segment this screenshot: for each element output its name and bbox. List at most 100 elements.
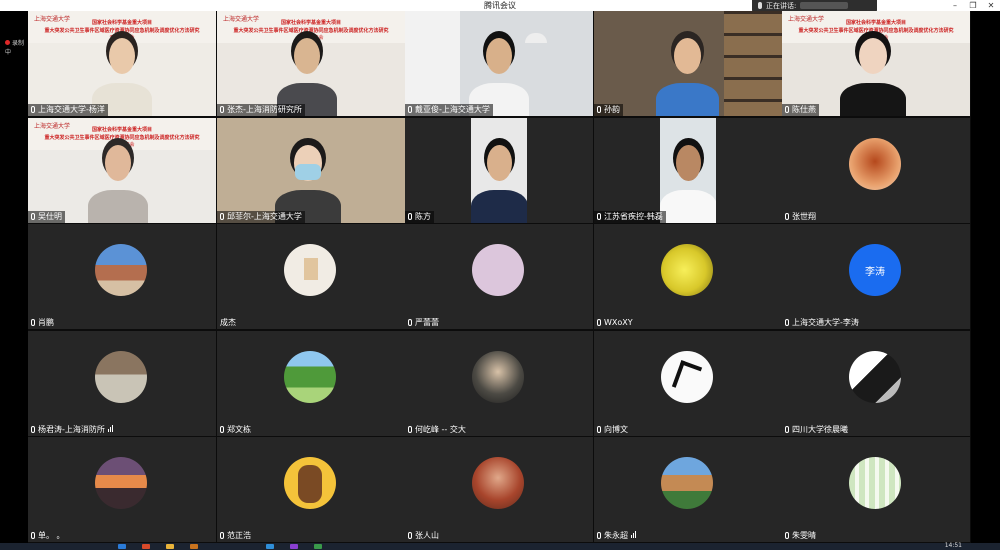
- participant-tile[interactable]: WXoXY: [594, 224, 782, 329]
- participant-tile[interactable]: 成杰: [217, 224, 405, 329]
- participant-tile[interactable]: 何屹峰 -- 交大: [405, 331, 593, 436]
- participant-tile[interactable]: 李涛 上海交通大学-李涛: [782, 224, 970, 329]
- face-mask: [295, 164, 321, 180]
- participant-avatar: [849, 138, 901, 190]
- participant-avatar: [849, 351, 901, 403]
- participant-avatar: [95, 457, 147, 509]
- participant-name: 朱雯晴: [792, 531, 816, 540]
- participant-avatar: [661, 351, 713, 403]
- participant-tile[interactable]: 单。 。: [28, 437, 216, 542]
- participant-tile[interactable]: 陈方: [405, 118, 593, 223]
- close-button[interactable]: ✕: [984, 0, 998, 11]
- restore-button[interactable]: ❐: [966, 0, 980, 11]
- participant-tile[interactable]: 上海交通大学国家社会科学基金重大项目重大突发公共卫生事件区域医疗资源协同应急机制…: [28, 11, 216, 116]
- minimize-button[interactable]: –: [948, 0, 962, 11]
- signal-strength-icon: [631, 530, 637, 542]
- participant-person: [275, 118, 341, 223]
- taskbar: 14:51: [0, 542, 1000, 550]
- participant-video: [594, 118, 782, 223]
- participant-avatar: [472, 457, 524, 509]
- participant-tile[interactable]: 向博文: [594, 331, 782, 436]
- mic-icon: [597, 532, 601, 539]
- participant-tile[interactable]: 邱菲尔-上海交通大学: [217, 118, 405, 223]
- mic-icon: [220, 532, 224, 539]
- calligraphy-box: [304, 258, 318, 280]
- recording-indicator[interactable]: 录制中: [5, 38, 28, 56]
- participant-tile[interactable]: 孙韵: [594, 11, 782, 116]
- participant-tile[interactable]: 郑文栋: [217, 331, 405, 436]
- participant-face: [105, 145, 131, 181]
- participant-person: [840, 11, 906, 116]
- participant-nameplate: 杨君涛-上海消防所: [28, 424, 117, 436]
- participant-video: [594, 11, 782, 116]
- taskbar-app-icon[interactable]: [190, 544, 198, 549]
- participant-nameplate: 张杰-上海消防研究所: [217, 104, 305, 116]
- participant-face: [294, 38, 320, 74]
- participant-nameplate: 朱雯晴: [782, 530, 819, 542]
- participant-video: 上海交通大学国家社会科学基金重大项目重大突发公共卫生事件区域医疗资源协同应急机制…: [782, 11, 970, 116]
- participant-tile[interactable]: 严蕾蕾: [405, 224, 593, 329]
- participant-nameplate: 吴仕明: [28, 211, 65, 223]
- participant-video: [217, 118, 405, 223]
- mic-icon: [408, 426, 412, 433]
- participant-nameplate: WXoXY: [594, 317, 636, 329]
- participant-name: 张人山: [415, 531, 439, 540]
- participant-nameplate: 江苏省疾控-韩磊: [594, 211, 666, 223]
- mic-icon: [597, 319, 601, 326]
- taskbar-app-icon[interactable]: [118, 544, 126, 549]
- participant-face: [858, 38, 888, 74]
- participant-tile[interactable]: 张人山: [405, 437, 593, 542]
- participant-avatar: [472, 351, 524, 403]
- mic-icon: [220, 213, 224, 220]
- participant-name: 上海交通大学-李涛: [792, 318, 859, 327]
- mic-icon: [31, 319, 35, 326]
- participant-name: 范正浩: [227, 531, 251, 540]
- participant-tile[interactable]: 杨君涛-上海消防所: [28, 331, 216, 436]
- taskbar-meeting-icon[interactable]: [266, 544, 274, 549]
- participant-tile[interactable]: 戴亚俊-上海交通大学: [405, 11, 593, 116]
- taskbar-app-icon[interactable]: [142, 544, 150, 549]
- participant-tile[interactable]: 上海交通大学国家社会科学基金重大项目重大突发公共卫生事件区域医疗资源协同应急机制…: [217, 11, 405, 116]
- participant-person: [469, 11, 529, 116]
- participant-name: 杨君涛-上海消防所: [38, 425, 105, 434]
- participant-name: 向博文: [604, 425, 628, 434]
- participant-face: [676, 145, 701, 181]
- participant-nameplate: 戴亚俊-上海交通大学: [405, 104, 493, 116]
- participant-name: 何屹峰 -- 交大: [415, 425, 466, 434]
- participant-avatar: [284, 457, 336, 509]
- participant-video: 上海交通大学国家社会科学基金重大项目重大突发公共卫生事件区域医疗资源协同应急机制…: [217, 11, 405, 116]
- participant-nameplate: 肖鹏: [28, 317, 57, 329]
- participant-person: [277, 11, 337, 116]
- participant-person: [92, 11, 152, 116]
- mic-icon: [785, 213, 789, 220]
- participant-tile[interactable]: 张世翔: [782, 118, 970, 223]
- ink-stroke: [671, 360, 703, 394]
- participant-torso: [88, 190, 148, 223]
- participant-avatar: [95, 351, 147, 403]
- participant-tile[interactable]: 四川大学徐晨曦: [782, 331, 970, 436]
- taskbar-clock: 14:51: [944, 542, 962, 549]
- participant-tile[interactable]: 江苏省疾控-韩磊: [594, 118, 782, 223]
- mic-icon: [785, 106, 789, 113]
- participant-name: 上海交通大学-杨洋: [38, 105, 105, 114]
- taskbar-app-icon[interactable]: [166, 544, 174, 549]
- participant-tile[interactable]: 范正浩: [217, 437, 405, 542]
- participant-name: 江苏省疾控-韩磊: [604, 212, 663, 221]
- participant-tile[interactable]: 上海交通大学国家社会科学基金重大项目重大突发公共卫生事件区域医疗资源协同应急机制…: [28, 118, 216, 223]
- participant-tile[interactable]: 上海交通大学国家社会科学基金重大项目重大突发公共卫生事件区域医疗资源协同应急机制…: [782, 11, 970, 116]
- taskbar-app-icon[interactable]: [290, 544, 298, 549]
- phone-video-frame: [471, 118, 527, 223]
- participant-nameplate: 邱菲尔-上海交通大学: [217, 211, 305, 223]
- participant-torso: [471, 190, 527, 223]
- participant-face: [487, 145, 512, 181]
- participant-nameplate: 成杰: [217, 317, 239, 329]
- participant-name: 张世翔: [792, 212, 816, 221]
- participant-name: WXoXY: [604, 318, 633, 327]
- taskbar-app-icon[interactable]: [314, 544, 322, 549]
- participant-tile[interactable]: 朱永超: [594, 437, 782, 542]
- participant-tile[interactable]: 肖鹏: [28, 224, 216, 329]
- participant-name: 肖鹏: [38, 318, 54, 327]
- participant-tile[interactable]: 朱雯晴: [782, 437, 970, 542]
- record-icon: [5, 40, 10, 45]
- participant-person: [660, 118, 716, 223]
